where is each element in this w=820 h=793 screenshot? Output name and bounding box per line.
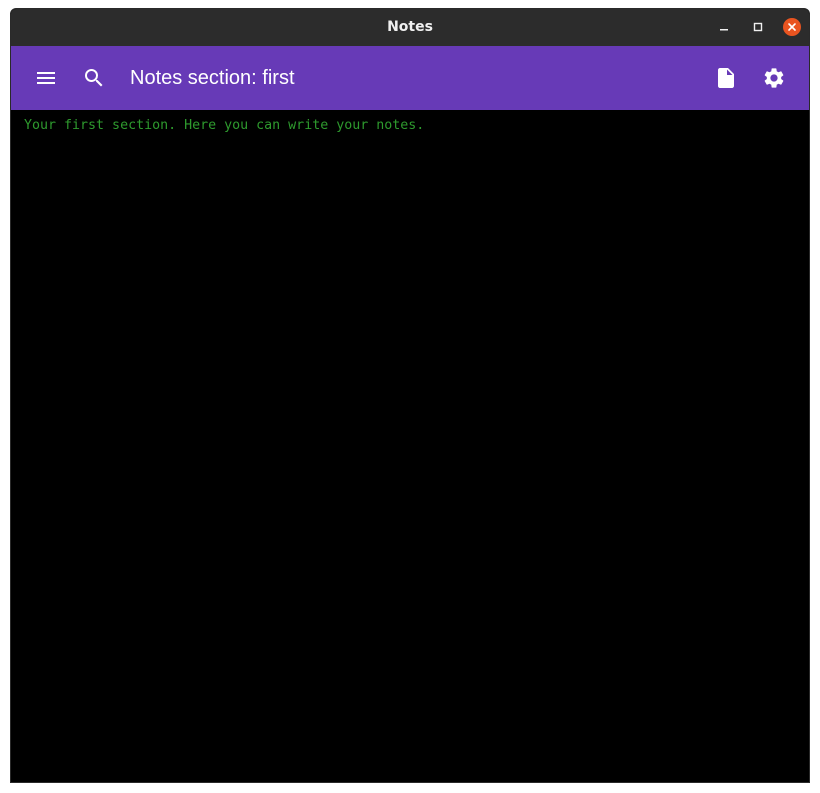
search-button[interactable] bbox=[82, 66, 106, 90]
gear-icon bbox=[764, 68, 784, 88]
section-title: Notes section: first bbox=[130, 67, 295, 89]
menu-icon bbox=[37, 72, 55, 84]
note-content[interactable]: Your first section. Here you can write y… bbox=[24, 118, 424, 133]
maximize-icon bbox=[753, 22, 763, 32]
settings-button[interactable] bbox=[762, 66, 786, 90]
close-icon bbox=[788, 23, 796, 31]
app-toolbar: Notes section: first bbox=[11, 46, 809, 110]
new-note-button[interactable] bbox=[714, 66, 738, 90]
window-title: Notes bbox=[387, 19, 433, 35]
search-icon bbox=[85, 69, 103, 87]
maximize-button[interactable] bbox=[749, 18, 767, 36]
file-icon bbox=[718, 68, 734, 88]
minimize-icon bbox=[720, 29, 728, 31]
menu-button[interactable] bbox=[34, 66, 58, 90]
notes-editor[interactable]: Your first section. Here you can write y… bbox=[11, 110, 809, 782]
app-window: Notes Notes section: first Your first se… bbox=[10, 8, 810, 783]
window-titlebar[interactable]: Notes bbox=[11, 9, 809, 46]
close-button[interactable] bbox=[783, 18, 801, 36]
minimize-button[interactable] bbox=[715, 18, 733, 36]
